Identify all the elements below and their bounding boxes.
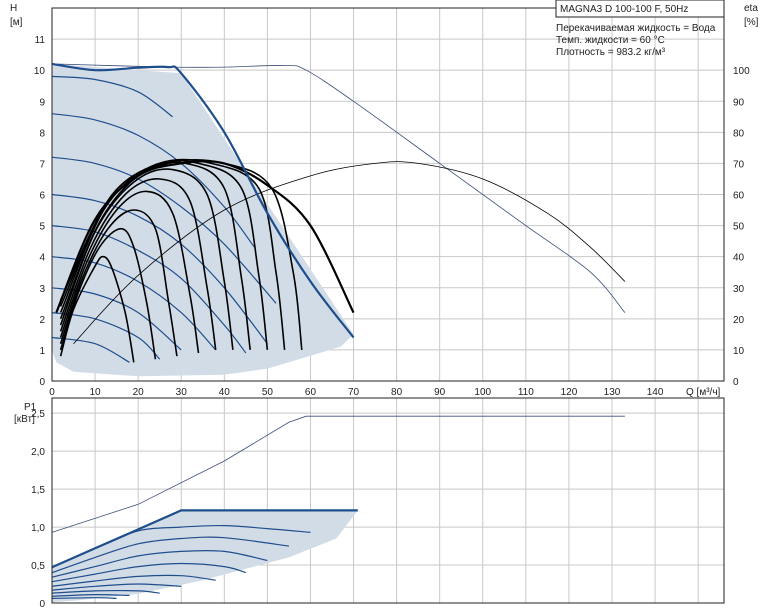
power-y-tick-label: 1,5 <box>31 485 45 496</box>
y-right-axis-label: eta <box>744 3 758 14</box>
power-y-axis-unit: [кВт] <box>14 414 35 425</box>
power-y-axis-label: P1 <box>24 402 37 413</box>
y-left-tick-label: 0 <box>39 377 45 388</box>
x-tick-label: 80 <box>391 387 403 398</box>
x-tick-label: 30 <box>176 387 188 398</box>
y-right-axis-unit: [%] <box>744 17 759 28</box>
y-right-tick-label: 20 <box>733 315 745 326</box>
y-right-tick-label: 90 <box>733 97 745 108</box>
power-y-tick-label: 0 <box>39 599 45 610</box>
x-tick-label: 70 <box>348 387 360 398</box>
power-y-tick-label: 2,0 <box>31 447 45 458</box>
power-speed-curve <box>51 597 117 599</box>
condition-temperature: Темп. жидкости = 60 °C <box>556 35 665 46</box>
y-right-tick-label: 40 <box>733 253 745 264</box>
y-right-tick-label: 100 <box>733 66 750 77</box>
x-tick-label: 10 <box>90 387 102 398</box>
chart-title: MAGNA3 D 100-100 F, 50Hz <box>560 4 688 15</box>
power-y-tick-label: 1,0 <box>31 523 45 534</box>
y-left-axis-unit: [м] <box>10 17 23 28</box>
y-left-tick-label: 4 <box>39 253 45 264</box>
y-right-tick-label: 50 <box>733 222 745 233</box>
y-left-tick-label: 3 <box>39 284 45 295</box>
x-tick-label: 0 <box>49 387 55 398</box>
y-left-tick-label: 2 <box>39 315 45 326</box>
y-left-tick-label: 8 <box>39 128 45 139</box>
y-right-tick-label: 80 <box>733 128 745 139</box>
pump-performance-chart: 0 10 20 30 40 50 60 70 80 90 100 110 120 130 140012345… <box>10 0 759 610</box>
y-right-tick-label: 70 <box>733 159 745 170</box>
y-left-tick-label: 1 <box>39 346 45 357</box>
x-tick-label: 100 <box>474 387 491 398</box>
head-chart-series <box>51 62 626 377</box>
x-tick-label: 60 <box>305 387 317 398</box>
y-left-tick-label: 10 <box>34 66 46 77</box>
x-tick-label: 110 <box>518 387 534 398</box>
power-y-tick-label: 0,5 <box>31 561 45 572</box>
y-left-tick-label: 6 <box>39 191 45 202</box>
x-tick-label: 40 <box>219 387 231 398</box>
condition-fluid: Перекачиваемая жидкость = Вода <box>556 23 716 34</box>
y-right-tick-label: 0 <box>733 377 739 388</box>
x-tick-label: 50 <box>262 387 274 398</box>
x-tick-label: 90 <box>434 387 446 398</box>
x-tick-label: 130 <box>604 387 621 398</box>
y-left-tick-label: 5 <box>39 222 45 233</box>
x-tick-label: 140 <box>647 387 664 398</box>
y-right-tick-label: 10 <box>733 346 745 357</box>
x-tick-label: 120 <box>561 387 578 398</box>
y-left-tick-label: 9 <box>39 97 45 108</box>
x-axis-label: Q [м³/ч] <box>686 387 721 398</box>
y-left-tick-label: 7 <box>39 159 45 170</box>
condition-density: Плотность = 983.2 кг/м³ <box>556 47 666 58</box>
y-left-tick-label: 11 <box>35 35 46 46</box>
y-right-tick-label: 30 <box>733 284 745 295</box>
x-tick-label: 20 <box>133 387 145 398</box>
y-right-tick-label: 60 <box>733 191 745 202</box>
y-left-axis-label: H <box>10 3 17 14</box>
